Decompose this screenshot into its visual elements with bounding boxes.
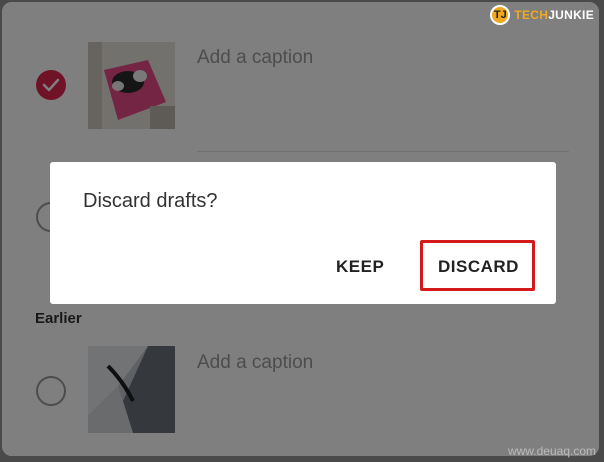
watermark: www.deuaq.com bbox=[507, 444, 596, 458]
logo-badge-icon: TJ bbox=[490, 5, 511, 25]
keep-button[interactable]: KEEP bbox=[336, 257, 384, 277]
discard-button[interactable]: DISCARD bbox=[438, 257, 519, 277]
discard-drafts-dialog: Discard drafts? KEEP DISCARD bbox=[50, 162, 556, 304]
dialog-title: Discard drafts? bbox=[83, 190, 218, 212]
techjunkie-logo: TJ TECHJUNKIE bbox=[490, 4, 594, 26]
logo-text: TECHJUNKIE bbox=[514, 8, 594, 22]
drafts-screen: Add a caption Earlier Add a caption Disc… bbox=[2, 2, 599, 456]
